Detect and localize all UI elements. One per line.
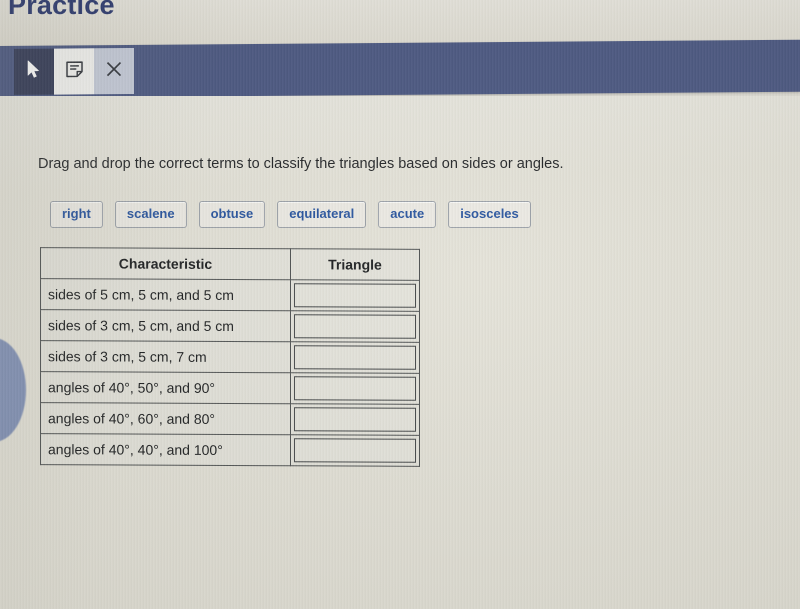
term-chip-isosceles[interactable]: isosceles — [448, 201, 531, 228]
table-row: sides of 5 cm, 5 cm, and 5 cm — [40, 278, 420, 312]
sticky-note-icon — [65, 59, 84, 83]
characteristic-cell: angles of 40°, 50°, and 90° — [40, 371, 291, 404]
table-row: angles of 40°, 50°, and 90° — [40, 371, 420, 405]
table-row: sides of 3 cm, 5 cm, and 5 cm — [40, 309, 420, 343]
characteristic-cell: angles of 40°, 40°, and 100° — [40, 433, 291, 466]
characteristic-cell: sides of 5 cm, 5 cm, and 5 cm — [40, 278, 291, 311]
annotation-toolbar — [0, 39, 800, 98]
triangle-cell — [290, 310, 420, 343]
table-row: sides of 3 cm, 5 cm, 7 cm — [40, 340, 420, 374]
term-chip-scalene[interactable]: scalene — [114, 201, 187, 228]
triangle-cell — [290, 434, 420, 467]
table-header-row: Characteristic Triangle — [40, 247, 420, 281]
header-triangle: Triangle — [290, 248, 420, 281]
drop-target[interactable] — [294, 345, 416, 370]
drop-target[interactable] — [294, 283, 416, 308]
table-row: angles of 40°, 40°, and 100° — [40, 433, 420, 467]
page-title: Practice — [8, 0, 115, 20]
characteristic-cell: sides of 3 cm, 5 cm, and 5 cm — [40, 309, 291, 342]
table-row: angles of 40°, 60°, and 80° — [40, 402, 420, 436]
term-chip-acute[interactable]: acute — [378, 201, 437, 228]
term-chip-equilateral[interactable]: equilateral — [277, 201, 367, 228]
classification-table: Characteristic Triangle sides of 5 cm, 5… — [40, 247, 420, 467]
header-characteristic: Characteristic — [40, 247, 291, 280]
drop-target[interactable] — [294, 314, 416, 339]
pointer-tool-button[interactable] — [14, 48, 54, 95]
triangle-cell — [290, 341, 420, 374]
drop-target[interactable] — [294, 376, 416, 401]
triangle-cell — [290, 372, 420, 405]
edge-nav-circle[interactable] — [0, 338, 26, 442]
characteristic-cell: angles of 40°, 60°, and 80° — [40, 402, 291, 435]
instruction-text: Drag and drop the correct terms to class… — [38, 156, 564, 172]
drop-target[interactable] — [294, 438, 416, 463]
characteristic-cell: sides of 3 cm, 5 cm, 7 cm — [40, 340, 291, 373]
annotate-tool-button[interactable] — [54, 48, 94, 95]
exercise-content: Drag and drop the correct terms to class… — [0, 96, 800, 609]
triangle-cell — [290, 403, 420, 436]
triangle-cell — [290, 279, 420, 312]
term-bank: right scalene obtuse equilateral acute i… — [50, 201, 531, 228]
drop-target[interactable] — [294, 407, 416, 432]
cursor-arrow-icon — [26, 60, 42, 84]
close-tool-button[interactable] — [94, 47, 134, 95]
close-x-icon — [105, 60, 123, 83]
term-chip-right[interactable]: right — [50, 201, 103, 228]
term-chip-obtuse[interactable]: obtuse — [198, 201, 266, 228]
